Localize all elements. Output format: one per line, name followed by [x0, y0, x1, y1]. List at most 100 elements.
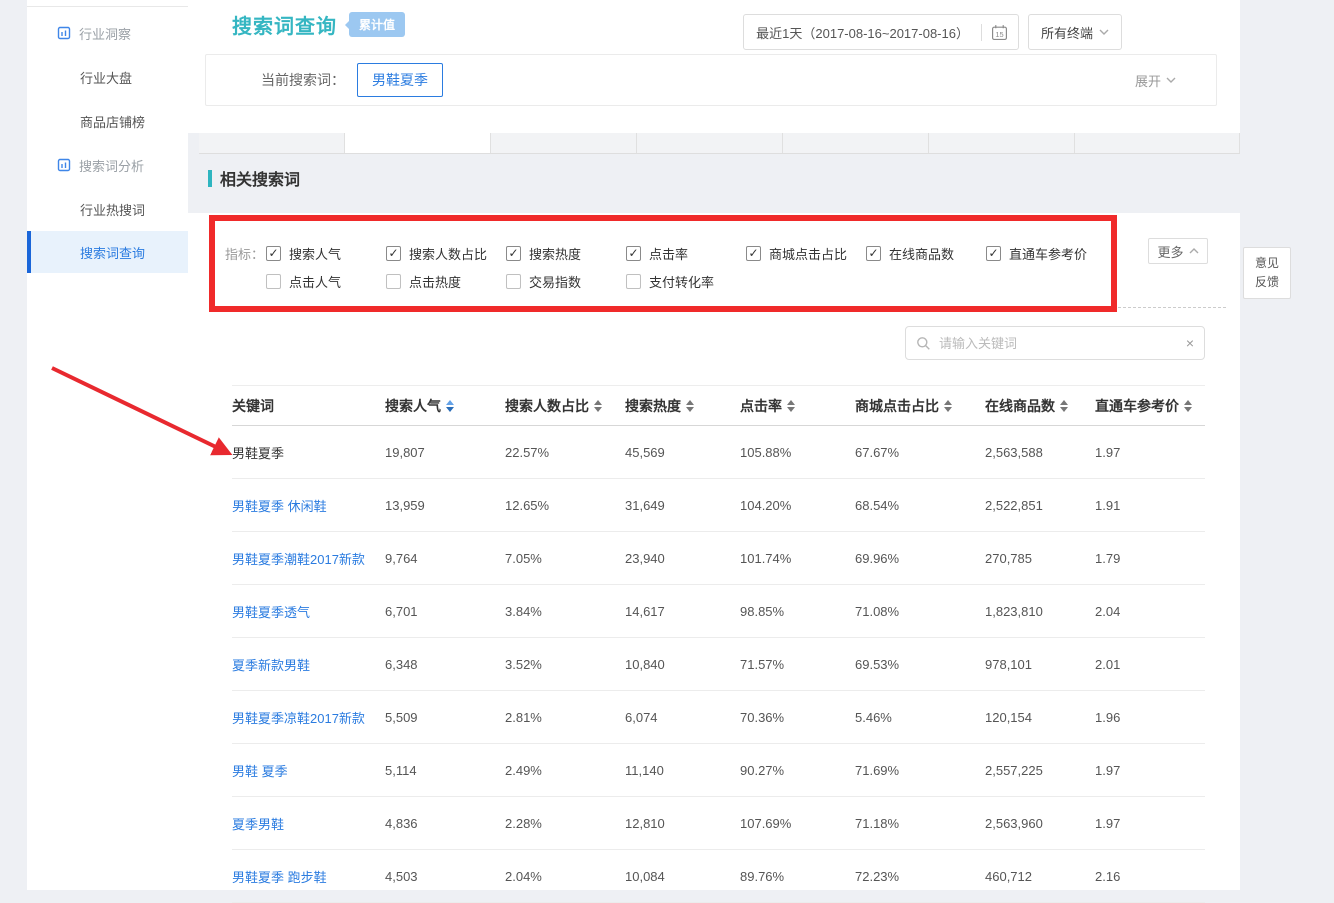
metric-checkbox[interactable]: 支付转化率 — [626, 272, 766, 291]
column-header-label: 点击率 — [740, 396, 782, 416]
calendar-button[interactable]: 15 — [981, 24, 1018, 41]
svg-text:15: 15 — [996, 29, 1004, 38]
sort-arrows-icon[interactable] — [1184, 400, 1192, 412]
clear-icon[interactable]: × — [1186, 335, 1194, 351]
sidebar-group-industry-insight[interactable]: 行业洞察 — [27, 11, 188, 55]
metric-checkbox[interactable]: 点击热度 — [386, 272, 506, 291]
cell-online-products: 2,522,851 — [985, 498, 1095, 513]
tab-segment[interactable] — [783, 133, 929, 153]
checkbox-box[interactable] — [746, 246, 761, 261]
keyword-search-box: × — [905, 326, 1205, 360]
chevron-down-icon — [1166, 77, 1176, 83]
metric-checkbox[interactable]: 商城点击占比 — [746, 244, 866, 263]
table-row: 男鞋夏季 跑步鞋 4,503 2.04% 10,084 89.76% 72.23… — [232, 850, 1205, 903]
sort-arrows-icon[interactable] — [446, 400, 454, 412]
checkbox-box[interactable] — [506, 274, 521, 289]
cell-mall-click-ratio: 72.23% — [855, 869, 985, 884]
sort-arrows-icon[interactable] — [787, 400, 795, 412]
checkbox-box[interactable] — [626, 274, 641, 289]
more-button[interactable]: 更多 — [1148, 238, 1208, 264]
table-row: 男鞋夏季 19,807 22.57% 45,569 105.88% 67.67%… — [232, 426, 1205, 479]
metric-checkbox[interactable]: 搜索人气 — [266, 244, 386, 263]
cell-mall-click-ratio: 69.53% — [855, 657, 985, 672]
terminal-dropdown[interactable]: 所有终端 — [1028, 14, 1122, 50]
search-input[interactable] — [939, 336, 1178, 351]
column-header[interactable]: 搜索热度 — [625, 396, 740, 416]
sidebar-group-label: 搜索词分析 — [79, 156, 144, 175]
sidebar-item-product-shop-rank[interactable]: 商品店铺榜 — [27, 99, 188, 143]
keyword-cell[interactable]: 男鞋夏季 — [232, 443, 385, 462]
column-header[interactable]: 搜索人气 — [385, 396, 505, 416]
keyword-cell[interactable]: 男鞋夏季 休闲鞋 — [232, 496, 385, 515]
current-search-label: 当前搜索词： — [261, 70, 345, 90]
keyword-cell[interactable]: 男鞋夏季潮鞋2017新款 — [232, 549, 385, 568]
cell-searcher-ratio: 7.05% — [505, 551, 625, 566]
cell-online-products: 2,563,960 — [985, 816, 1095, 831]
metric-checkbox[interactable]: 直通车参考价 — [986, 244, 1126, 263]
tab-segment[interactable] — [929, 133, 1075, 153]
keyword-cell[interactable]: 男鞋 夏季 — [232, 761, 385, 780]
current-keyword-button[interactable]: 男鞋夏季 — [357, 63, 443, 97]
sort-arrows-icon[interactable] — [686, 400, 694, 412]
feedback-button[interactable]: 意见 反馈 — [1243, 247, 1291, 299]
column-header[interactable]: 在线商品数 — [985, 396, 1095, 416]
cell-searcher-ratio: 12.65% — [505, 498, 625, 513]
checkbox-box[interactable] — [626, 246, 641, 261]
checkbox-box[interactable] — [386, 274, 401, 289]
sidebar-item-search-word-query[interactable]: 搜索词查询 — [27, 231, 188, 273]
related-search-card: 指标： 搜索人气 搜索人数占比 搜索热度 — [188, 213, 1240, 890]
column-header[interactable]: 点击率 — [740, 396, 855, 416]
sidebar-group-search-analysis[interactable]: 搜索词分析 — [27, 143, 188, 187]
metric-checkbox[interactable]: 点击率 — [626, 244, 746, 263]
checkbox-box[interactable] — [866, 246, 881, 261]
metric-checkbox[interactable]: 搜索热度 — [506, 244, 626, 263]
checkbox-label: 搜索人数占比 — [409, 244, 487, 263]
keyword-cell[interactable]: 夏季男鞋 — [232, 814, 385, 833]
metric-checkbox[interactable]: 点击人气 — [266, 272, 386, 291]
checkbox-label: 支付转化率 — [649, 272, 714, 291]
cell-mall-click-ratio: 71.08% — [855, 604, 985, 619]
keyword-cell[interactable]: 男鞋夏季 跑步鞋 — [232, 867, 385, 886]
checkbox-box[interactable] — [386, 246, 401, 261]
keyword-cell[interactable]: 男鞋夏季透气 — [232, 602, 385, 621]
sort-arrows-icon[interactable] — [1060, 400, 1068, 412]
checkbox-box[interactable] — [266, 246, 281, 261]
keyword-cell[interactable]: 男鞋夏季凉鞋2017新款 — [232, 708, 385, 727]
keyword-cell[interactable]: 夏季新款男鞋 — [232, 655, 385, 674]
table-row: 夏季男鞋 4,836 2.28% 12,810 107.69% 71.18% 2… — [232, 797, 1205, 850]
checkbox-box[interactable] — [506, 246, 521, 261]
metric-checkbox[interactable]: 在线商品数 — [866, 244, 986, 263]
cell-search-popularity: 19,807 — [385, 445, 505, 460]
tab-segment[interactable] — [199, 133, 345, 153]
tab-segment[interactable] — [345, 133, 491, 153]
column-header-label: 搜索人气 — [385, 396, 441, 416]
metric-checkbox[interactable]: 搜索人数占比 — [386, 244, 506, 263]
checkbox-label: 搜索热度 — [529, 244, 581, 263]
cell-search-heat: 14,617 — [625, 604, 740, 619]
column-header[interactable]: 商城点击占比 — [855, 396, 985, 416]
cell-mall-click-ratio: 71.69% — [855, 763, 985, 778]
sort-arrows-icon[interactable] — [944, 400, 952, 412]
column-header[interactable]: 关键词 — [232, 396, 385, 416]
tab-segment[interactable] — [637, 133, 783, 153]
sidebar-item-hot-search-words[interactable]: 行业热搜词 — [27, 187, 188, 231]
column-header[interactable]: 搜索人数占比 — [505, 396, 625, 416]
date-range-picker[interactable]: 最近1天（2017-08-16~2017-08-16） 15 — [743, 14, 1019, 50]
cell-click-rate: 104.20% — [740, 498, 855, 513]
tab-segment[interactable] — [1075, 133, 1240, 153]
unchecked-metrics-row: 点击人气 点击热度 交易指数 支付转化率 — [266, 267, 1240, 295]
cell-online-products: 270,785 — [985, 551, 1095, 566]
checkbox-box[interactable] — [266, 274, 281, 289]
expand-toggle[interactable]: 展开 — [1135, 71, 1176, 90]
cell-ztc-reference-price: 1.91 — [1095, 498, 1205, 513]
cell-ztc-reference-price: 1.97 — [1095, 816, 1205, 831]
sidebar-item-industry-market[interactable]: 行业大盘 — [27, 55, 188, 99]
column-header[interactable]: 直通车参考价 — [1095, 396, 1205, 416]
sort-arrows-icon[interactable] — [594, 400, 602, 412]
cell-search-heat: 23,940 — [625, 551, 740, 566]
tab-segment[interactable] — [491, 133, 637, 153]
main-content: 搜索词查询 累计值 最近1天（2017-08-16~2017-08-16） 15… — [188, 0, 1240, 890]
metric-checkbox[interactable]: 交易指数 — [506, 272, 626, 291]
sidebar-group-label: 行业洞察 — [79, 24, 131, 43]
checkbox-box[interactable] — [986, 246, 1001, 261]
